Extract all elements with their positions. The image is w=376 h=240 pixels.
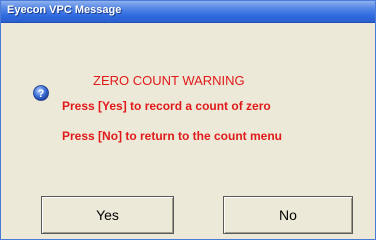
no-button[interactable]: No xyxy=(223,196,353,234)
no-instruction: Press [No] to return to the count menu xyxy=(62,129,283,143)
window-title: Eyecon VPC Message xyxy=(7,4,122,16)
warning-heading: ZERO COUNT WARNING xyxy=(93,73,245,88)
svg-text:?: ? xyxy=(38,88,45,100)
no-button-label: No xyxy=(279,207,297,223)
yes-button[interactable]: Yes xyxy=(41,196,174,234)
yes-instruction: Press [Yes] to record a count of zero xyxy=(62,99,271,113)
yes-button-label: Yes xyxy=(96,207,119,223)
title-bar[interactable]: Eyecon VPC Message xyxy=(1,1,375,23)
help-icon: ? xyxy=(33,85,49,101)
message-dialog: Eyecon VPC Message ? ZERO COUNT WARNING … xyxy=(0,0,376,240)
